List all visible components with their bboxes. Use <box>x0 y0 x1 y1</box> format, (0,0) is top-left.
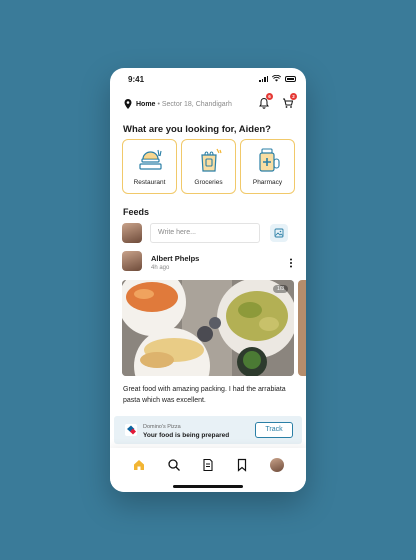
post-photo[interactable]: 1/3 <box>122 280 294 376</box>
order-status-banner[interactable]: Domino's Pizza Your food is being prepar… <box>114 416 302 444</box>
notification-badge: 6 <box>266 93 273 100</box>
restaurant-icon <box>138 149 162 170</box>
photo-pager: 1/3 <box>273 285 288 293</box>
next-photo-preview[interactable] <box>298 280 306 376</box>
status-icons <box>259 75 296 82</box>
avatar[interactable] <box>122 251 142 271</box>
location-address: • Sector 18, Chandigarh <box>157 100 232 108</box>
post-header: Albert Phelps 4h ago <box>122 251 294 273</box>
location-selector[interactable]: Home • Sector 18, Chandigarh <box>124 98 232 110</box>
category-groceries[interactable]: Groceries <box>181 139 236 194</box>
groceries-icon <box>200 148 222 172</box>
home-indicator <box>173 485 243 488</box>
category-pharmacy[interactable]: Pharmacy <box>240 139 295 194</box>
dominos-logo <box>125 424 137 436</box>
image-icon <box>274 228 284 238</box>
greeting-heading: What are you looking for, Aiden? <box>123 124 271 135</box>
location-pin-icon <box>124 99 132 109</box>
notifications-button[interactable]: 6 <box>258 93 273 109</box>
food-photo <box>122 280 294 376</box>
battery-icon <box>285 75 296 82</box>
pharmacy-icon <box>258 148 280 172</box>
category-restaurant[interactable]: Restaurant <box>122 139 177 194</box>
more-options-icon[interactable] <box>288 257 294 269</box>
post-composer: Write here... <box>122 222 294 244</box>
feeds-heading: Feeds <box>123 207 150 217</box>
bookmark-icon[interactable] <box>235 458 249 472</box>
profile-avatar[interactable] <box>269 458 284 472</box>
post-input[interactable]: Write here... <box>150 223 260 243</box>
order-shop: Domino's Pizza <box>143 424 181 430</box>
location-label: Home <box>136 100 156 108</box>
post-caption: Great food with amazing packing. I had t… <box>123 386 286 404</box>
search-icon[interactable] <box>167 458 181 472</box>
category-label: Restaurant <box>133 179 166 186</box>
category-list: Restaurant Groceries Pharmacy <box>122 139 295 194</box>
order-status: Your food is being prepared <box>143 432 230 439</box>
status-time: 9:41 <box>128 75 145 84</box>
wifi-icon <box>272 75 281 82</box>
header-actions: 6 2 <box>258 93 297 109</box>
post-time: 4h ago <box>151 265 170 271</box>
category-label: Groceries <box>194 179 223 186</box>
status-bar: 9:41 <box>110 68 306 90</box>
track-button[interactable]: Track <box>255 422 293 438</box>
add-photo-button[interactable] <box>270 224 288 242</box>
phone-screen: 9:41 Home • Sector 18, Chandigarh 6 2 Wh… <box>110 68 306 492</box>
cart-badge: 2 <box>290 93 297 100</box>
avatar <box>122 223 142 243</box>
home-icon[interactable] <box>132 458 146 472</box>
cellular-signal-icon <box>259 75 268 82</box>
orders-icon[interactable] <box>201 458 215 472</box>
post-author[interactable]: Albert Phelps <box>151 254 199 263</box>
category-label: Pharmacy <box>252 179 283 186</box>
cart-button[interactable]: 2 <box>282 93 297 108</box>
